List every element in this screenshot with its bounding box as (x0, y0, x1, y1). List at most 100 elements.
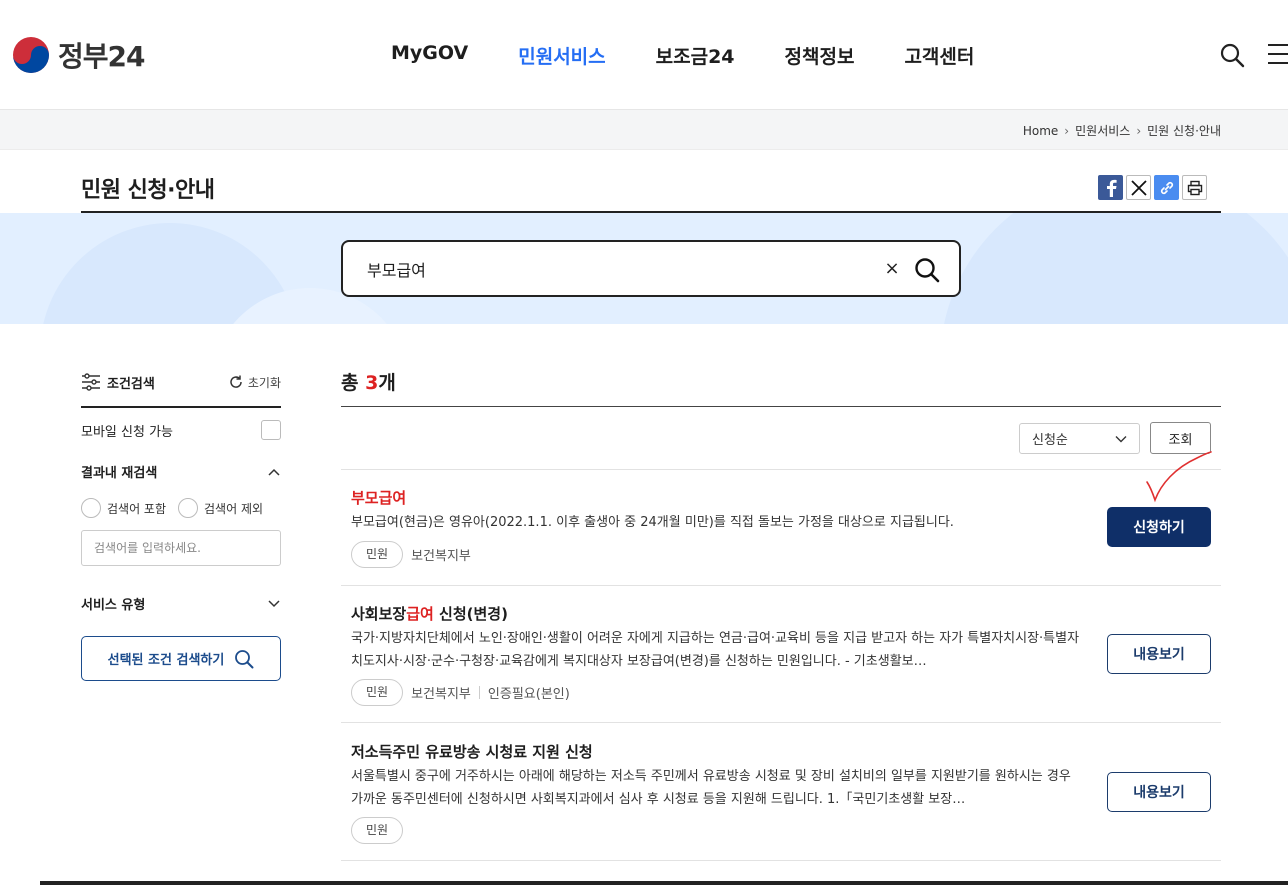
logo-text: 정부24 (58, 40, 145, 73)
taegeuk-logo-icon (13, 37, 49, 73)
view-details-button[interactable]: 내용보기 (1107, 772, 1211, 812)
filter-sidebar: 조건검색 초기화 모바일 신청 가능 결과내 재검색 검색어 포함 검색어 제외… (81, 370, 281, 681)
result-meta: 민원 보건복지부 인증필요(본인) (351, 679, 570, 706)
result-divider (341, 860, 1221, 861)
filter-title: 조건검색 (81, 373, 155, 392)
result-meta: 민원 (351, 817, 404, 844)
result-count-number: 3 (365, 372, 379, 394)
refresh-icon (230, 375, 242, 388)
nav-policy-info[interactable]: 정책정보 (785, 42, 855, 69)
result-title-highlight: 급여 (406, 605, 434, 623)
sort-divider (341, 469, 1221, 470)
logo[interactable]: 정부24 (12, 35, 145, 75)
results-divider (341, 406, 1221, 407)
copy-link-button[interactable] (1154, 175, 1179, 200)
service-type-label: 서비스 유형 (81, 598, 146, 613)
include-keyword-radio[interactable]: 검색어 포함 (81, 498, 166, 518)
result-auth: 인증필요(본인) (487, 687, 570, 702)
result-divider (341, 722, 1221, 723)
filter-label: 조건검색 (107, 376, 155, 392)
result-title[interactable]: 저소득주민 유료방송 시청료 지원 신청 (351, 741, 593, 762)
search-submit-icon[interactable] (913, 256, 941, 284)
result-meta: 민원 보건복지부 (351, 541, 471, 568)
filter-header: 조건검색 초기화 (81, 370, 281, 394)
sort-select[interactable]: 신청순 (1019, 423, 1140, 454)
link-icon (1160, 181, 1173, 194)
radio-circle[interactable] (81, 498, 101, 518)
refine-search-label: 결과내 재검색 (81, 466, 158, 481)
share-toolbar (1098, 175, 1207, 200)
keyword-mode-radios: 검색어 포함 검색어 제외 (81, 498, 263, 518)
exclude-keyword-label: 검색어 제외 (204, 501, 264, 516)
facebook-share-button[interactable] (1098, 175, 1123, 200)
service-type-row[interactable]: 서비스 유형 (81, 594, 281, 613)
result-type-tag: 민원 (351, 817, 404, 844)
chevron-down-icon (1115, 435, 1127, 442)
mobile-available-checkbox[interactable] (261, 420, 281, 440)
nav-civil-service[interactable]: 민원서비스 (518, 42, 605, 69)
facebook-icon (1106, 179, 1117, 197)
chevron-up-icon[interactable] (267, 467, 281, 477)
filter-divider (81, 406, 281, 408)
result-count-suffix: 개 (378, 372, 396, 394)
breadcrumb-civil-service[interactable]: 민원서비스 (1075, 122, 1130, 139)
include-keyword-label: 검색어 포함 (107, 501, 167, 516)
print-button[interactable] (1182, 175, 1207, 200)
apply-filter-label: 선택된 조건 검색하기 (107, 653, 225, 668)
result-type-tag: 민원 (351, 679, 404, 706)
result-org: 보건복지부 (411, 549, 471, 564)
bottom-scrollbar[interactable] (40, 881, 1288, 885)
main-search-box: × (341, 240, 961, 297)
breadcrumb-bar: Home › 민원서비스 › 민원 신청·안내 (0, 110, 1288, 150)
chevron-right-icon: › (1064, 123, 1070, 138)
main-nav: MyGOV 민원서비스 보조금24 정책정보 고객센터 (391, 42, 1024, 69)
reset-label: 초기화 (247, 375, 281, 390)
site-header: 정부24 MyGOV 민원서비스 보조금24 정책정보 고객센터 (0, 0, 1288, 110)
search-icon[interactable] (1219, 42, 1245, 68)
result-description: 서울특별시 중구에 거주하시는 아래에 해당하는 저소득 주민께서 유료방송 시… (351, 769, 1071, 807)
x-share-button[interactable] (1126, 175, 1151, 200)
nav-customer-center[interactable]: 고객센터 (904, 42, 974, 69)
result-title-text: 신청(변경) (433, 605, 508, 623)
decorative-circle (940, 213, 1288, 324)
result-title[interactable]: 사회보장급여 신청(변경) (351, 603, 508, 624)
search-icon (235, 649, 254, 668)
hamburger-menu-icon[interactable] (1268, 44, 1288, 66)
radio-circle[interactable] (178, 498, 199, 518)
nav-mygov[interactable]: MyGOV (391, 42, 468, 69)
clear-search-button[interactable]: × (882, 258, 902, 279)
meta-separator (478, 686, 480, 699)
reset-button[interactable]: 초기화 (228, 374, 281, 391)
breadcrumb-current[interactable]: 민원 신청·안내 (1147, 122, 1221, 139)
result-description: 국가·지방자치단체에서 노인·장애인·생활이 어려운 자에게 지급하는 연금·급… (351, 631, 1080, 669)
apply-filter-button[interactable]: 선택된 조건 검색하기 (81, 636, 281, 681)
result-title[interactable]: 부모급여 (351, 487, 406, 508)
chevron-down-icon[interactable] (267, 599, 281, 609)
search-band: × (0, 213, 1288, 324)
mobile-available-label: 모바일 신청 가능 (81, 424, 173, 440)
result-count-prefix: 총 (341, 372, 366, 394)
main-search-input[interactable] (367, 257, 867, 281)
chevron-right-icon: › (1136, 123, 1142, 138)
result-description: 부모급여(현금)은 영유아(2022.1.1. 이후 출생아 중 24개월 미만… (351, 515, 954, 530)
result-divider (341, 585, 1221, 586)
printer-icon (1187, 180, 1202, 195)
result-org: 보건복지부 (411, 687, 471, 702)
apply-button[interactable]: 신청하기 (1107, 507, 1211, 547)
nav-subsidy24[interactable]: 보조금24 (656, 42, 735, 69)
result-title-text: 저소득주민 유료방송 시청료 지원 신청 (351, 743, 593, 761)
refine-search-row[interactable]: 결과내 재검색 (81, 462, 281, 481)
refine-keyword-input[interactable] (81, 530, 281, 566)
exclude-keyword-radio[interactable]: 검색어 제외 (178, 498, 263, 518)
breadcrumb: Home › 민원서비스 › 민원 신청·안내 (1023, 122, 1221, 139)
breadcrumb-home[interactable]: Home (1023, 124, 1058, 138)
view-details-button[interactable]: 내용보기 (1107, 634, 1211, 674)
result-title-highlight: 부모급여 (351, 489, 407, 507)
x-logo-icon (1130, 179, 1147, 196)
page-title: 민원 신청·안내 (81, 178, 215, 203)
mobile-available-row: 모바일 신청 가능 (81, 418, 281, 442)
red-checkmark-annotation (1146, 451, 1212, 503)
result-title-text: 사회보장 (351, 605, 407, 623)
sort-select-value: 신청순 (1032, 433, 1068, 448)
result-count: 총 3개 (341, 368, 396, 395)
